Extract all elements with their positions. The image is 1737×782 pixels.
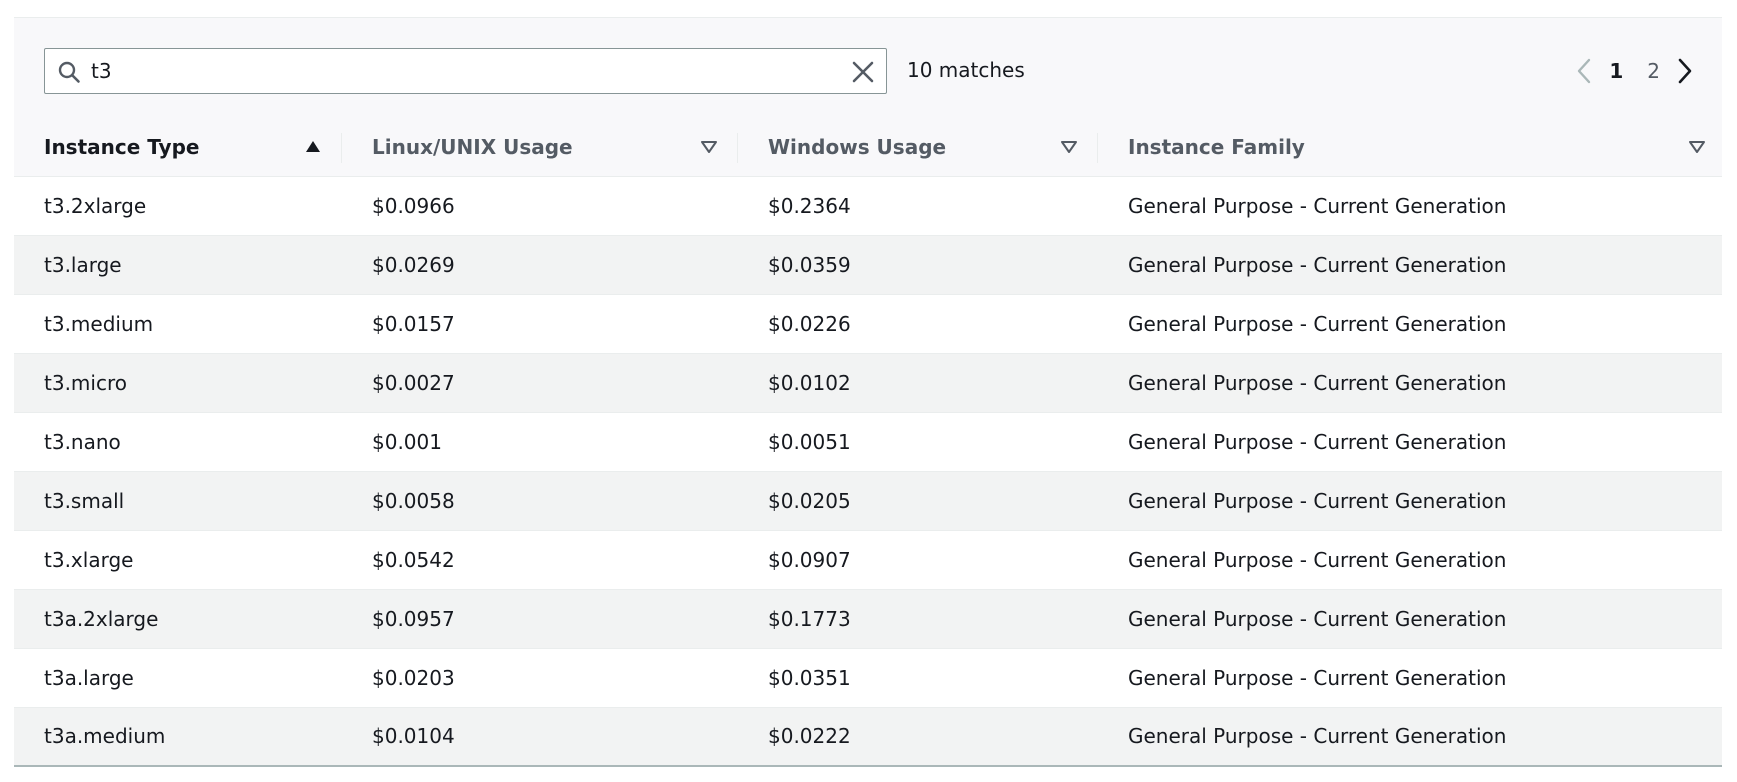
table-row: t3a.2xlarge $0.0957 $0.1773 General Purp… xyxy=(14,589,1722,649)
cell-linux-usage: $0.0157 xyxy=(342,294,738,354)
close-icon[interactable] xyxy=(850,59,876,85)
table-row: t3a.large $0.0203 $0.0351 General Purpos… xyxy=(14,648,1722,708)
caret-down-outline-icon[interactable] xyxy=(1688,138,1706,156)
caret-down-outline-icon[interactable] xyxy=(700,138,718,156)
cell-instance-family: General Purpose - Current Generation xyxy=(1098,648,1722,708)
cell-instance-type: t3.nano xyxy=(14,412,342,472)
table-row: t3.xlarge $0.0542 $0.0907 General Purpos… xyxy=(14,530,1722,590)
table-row: t3.small $0.0058 $0.0205 General Purpose… xyxy=(14,471,1722,531)
column-header-label: Instance Family xyxy=(1128,135,1305,160)
cell-linux-usage: $0.0269 xyxy=(342,235,738,295)
cell-linux-usage: $0.0104 xyxy=(342,707,738,767)
cell-linux-usage: $0.0058 xyxy=(342,471,738,531)
table-row: t3a.medium $0.0104 $0.0222 General Purpo… xyxy=(14,707,1722,767)
page-1-button[interactable]: 1 xyxy=(1597,59,1635,83)
cell-instance-family: General Purpose - Current Generation xyxy=(1098,412,1722,472)
cell-instance-type: t3.large xyxy=(14,235,342,295)
search-field[interactable] xyxy=(44,48,887,94)
cell-instance-family: General Purpose - Current Generation xyxy=(1098,353,1722,413)
match-count: 10 matches xyxy=(907,58,1025,82)
cell-instance-family: General Purpose - Current Generation xyxy=(1098,294,1722,354)
instance-pricing-table: Instance Type Linux/UNIX Usage Windows U… xyxy=(14,119,1722,767)
caret-down-outline-icon[interactable] xyxy=(1060,138,1078,156)
table-row: t3.medium $0.0157 $0.0226 General Purpos… xyxy=(14,294,1722,354)
cell-instance-type: t3.small xyxy=(14,471,342,531)
cell-instance-type: t3.2xlarge xyxy=(14,176,342,236)
column-header-label: Windows Usage xyxy=(768,135,947,160)
cell-instance-family: General Purpose - Current Generation xyxy=(1098,589,1722,649)
cell-instance-family: General Purpose - Current Generation xyxy=(1098,176,1722,236)
cell-windows-usage: $0.0359 xyxy=(738,235,1098,295)
cell-instance-type: t3a.large xyxy=(14,648,342,708)
cell-linux-usage: $0.001 xyxy=(342,412,738,472)
cell-instance-type: t3.medium xyxy=(14,294,342,354)
search-icon xyxy=(58,61,80,83)
pricing-table-panel: 10 matches 1 2 xyxy=(14,17,1722,769)
cell-instance-type: t3.micro xyxy=(14,353,342,413)
page-2-button[interactable]: 2 xyxy=(1635,59,1672,83)
column-header-instance-family[interactable]: Instance Family xyxy=(1098,119,1722,177)
cell-windows-usage: $0.0102 xyxy=(738,353,1098,413)
cell-instance-family: General Purpose - Current Generation xyxy=(1098,471,1722,531)
cell-linux-usage: $0.0542 xyxy=(342,530,738,590)
cell-windows-usage: $0.0051 xyxy=(738,412,1098,472)
table-row: t3.nano $0.001 $0.0051 General Purpose -… xyxy=(14,412,1722,472)
cell-windows-usage: $0.2364 xyxy=(738,176,1098,236)
cell-linux-usage: $0.0957 xyxy=(342,589,738,649)
column-header-instance-type[interactable]: Instance Type xyxy=(14,119,342,177)
cell-linux-usage: $0.0027 xyxy=(342,353,738,413)
cell-windows-usage: $0.0351 xyxy=(738,648,1098,708)
table-row: t3.2xlarge $0.0966 $0.2364 General Purpo… xyxy=(14,176,1722,236)
cell-instance-family: General Purpose - Current Generation xyxy=(1098,235,1722,295)
cell-windows-usage: $0.0907 xyxy=(738,530,1098,590)
search-input[interactable] xyxy=(91,55,821,87)
column-header-windows-usage[interactable]: Windows Usage xyxy=(738,119,1098,177)
cell-instance-type: t3a.medium xyxy=(14,707,342,767)
table-header-row: Instance Type Linux/UNIX Usage Windows U… xyxy=(14,119,1722,177)
cell-instance-type: t3.xlarge xyxy=(14,530,342,590)
table-row: t3.large $0.0269 $0.0359 General Purpose… xyxy=(14,235,1722,295)
cell-windows-usage: $0.0205 xyxy=(738,471,1098,531)
cell-windows-usage: $0.1773 xyxy=(738,589,1098,649)
cell-linux-usage: $0.0966 xyxy=(342,176,738,236)
column-header-label: Instance Type xyxy=(44,135,200,160)
table-row: t3.micro $0.0027 $0.0102 General Purpose… xyxy=(14,353,1722,413)
cell-windows-usage: $0.0222 xyxy=(738,707,1098,767)
cell-instance-family: General Purpose - Current Generation xyxy=(1098,530,1722,590)
column-header-label: Linux/UNIX Usage xyxy=(372,135,573,160)
chevron-right-icon[interactable] xyxy=(1672,56,1698,86)
cell-windows-usage: $0.0226 xyxy=(738,294,1098,354)
chevron-left-icon[interactable] xyxy=(1571,56,1597,86)
cell-instance-type: t3a.2xlarge xyxy=(14,589,342,649)
table-toolbar: 10 matches 1 2 xyxy=(14,17,1722,120)
caret-up-filled-icon[interactable] xyxy=(304,138,322,156)
cell-linux-usage: $0.0203 xyxy=(342,648,738,708)
column-header-linux-usage[interactable]: Linux/UNIX Usage xyxy=(342,119,738,177)
cell-instance-family: General Purpose - Current Generation xyxy=(1098,707,1722,767)
pagination: 1 2 xyxy=(1571,54,1698,88)
